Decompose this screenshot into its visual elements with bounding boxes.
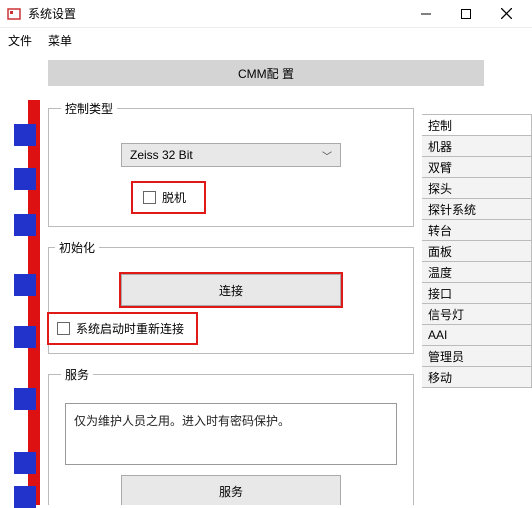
connect-button[interactable]: 连接 [121, 274, 341, 306]
offline-checkbox[interactable]: 脱机 [143, 189, 186, 206]
left-marker-1 [14, 124, 36, 146]
tab-aai[interactable]: AAI [422, 324, 532, 346]
tab-control[interactable]: 控制 [422, 114, 532, 136]
tab-rotary[interactable]: 转台 [422, 219, 532, 241]
titlebar: 系统设置 [0, 0, 532, 28]
tab-probe[interactable]: 探头 [422, 177, 532, 199]
tab-admin[interactable]: 管理员 [422, 345, 532, 367]
window-title: 系统设置 [28, 5, 406, 22]
tab-label: 面板 [428, 243, 452, 260]
app-icon [6, 6, 22, 22]
tab-label: 机器 [428, 138, 452, 155]
tab-dualarm[interactable]: 双臂 [422, 156, 532, 178]
tab-label: 探针系统 [428, 201, 476, 218]
left-marker-7 [14, 452, 36, 474]
tab-label: 接口 [428, 285, 452, 302]
menubar: 文件 菜单 [0, 28, 532, 52]
reconnect-label: 系统启动时重新连接 [76, 320, 184, 337]
reconnect-checkbox[interactable]: 系统启动时重新连接 [57, 320, 184, 337]
tab-label: 双臂 [428, 159, 452, 176]
banner-title: CMM配 置 [238, 65, 294, 82]
control-type-fieldset: 控制类型 Zeiss 32 Bit ﹀ 脱机 [48, 100, 414, 227]
dropdown-selected: Zeiss 32 Bit [130, 148, 193, 162]
reconnect-highlight: 系统启动时重新连接 [47, 312, 198, 345]
tab-signal[interactable]: 信号灯 [422, 303, 532, 325]
tab-label: 转台 [428, 222, 452, 239]
left-marker-4 [14, 274, 36, 296]
checkbox-box [143, 191, 156, 204]
init-fieldset: 初始化 连接 系统启动时重新连接 [48, 239, 414, 354]
tab-interface[interactable]: 接口 [422, 282, 532, 304]
tab-label: 控制 [428, 117, 452, 134]
connect-button-label: 连接 [219, 282, 243, 299]
banner-wrap: CMM配 置 [0, 52, 532, 94]
service-fieldset: 服务 仅为维护人员之用。进入时有密码保护。 服务 [48, 366, 414, 505]
service-legend: 服务 [61, 366, 93, 383]
service-note: 仅为维护人员之用。进入时有密码保护。 [65, 403, 397, 465]
offline-label: 脱机 [162, 189, 186, 206]
left-marker-6 [14, 388, 36, 410]
maximize-button[interactable] [446, 0, 486, 28]
control-type-legend: 控制类型 [61, 100, 117, 117]
side-tabs: 控制 机器 双臂 探头 探针系统 转台 面板 温度 接口 信号灯 AAI 管理员… [422, 100, 532, 505]
tab-move[interactable]: 移动 [422, 366, 532, 388]
control-type-dropdown[interactable]: Zeiss 32 Bit ﹀ [121, 143, 341, 167]
chevron-down-icon: ﹀ [322, 148, 332, 163]
left-rail [0, 100, 40, 505]
body: 控制类型 Zeiss 32 Bit ﹀ 脱机 初始化 连接 [0, 100, 532, 505]
close-button[interactable] [486, 0, 526, 28]
menu-menu[interactable]: 菜单 [48, 32, 72, 49]
init-legend: 初始化 [55, 239, 99, 256]
service-button[interactable]: 服务 [121, 475, 341, 505]
tab-label: 管理员 [428, 348, 464, 365]
checkbox-box [57, 322, 70, 335]
menu-file[interactable]: 文件 [8, 32, 32, 49]
left-marker-2 [14, 168, 36, 190]
tab-panel[interactable]: 面板 [422, 240, 532, 262]
left-marker-3 [14, 214, 36, 236]
tab-machine[interactable]: 机器 [422, 135, 532, 157]
offline-highlight: 脱机 [131, 181, 206, 214]
main-panel: 控制类型 Zeiss 32 Bit ﹀ 脱机 初始化 连接 [40, 100, 422, 505]
tab-label: 温度 [428, 264, 452, 281]
minimize-button[interactable] [406, 0, 446, 28]
page-banner: CMM配 置 [48, 60, 484, 86]
left-red-bar [28, 100, 40, 505]
tab-label: 探头 [428, 180, 452, 197]
tab-probesystem[interactable]: 探针系统 [422, 198, 532, 220]
service-button-label: 服务 [219, 483, 243, 500]
tab-label: 信号灯 [428, 306, 464, 323]
tab-label: 移动 [428, 369, 452, 386]
tab-temperature[interactable]: 温度 [422, 261, 532, 283]
tab-label: AAI [428, 328, 447, 342]
left-marker-5 [14, 326, 36, 348]
